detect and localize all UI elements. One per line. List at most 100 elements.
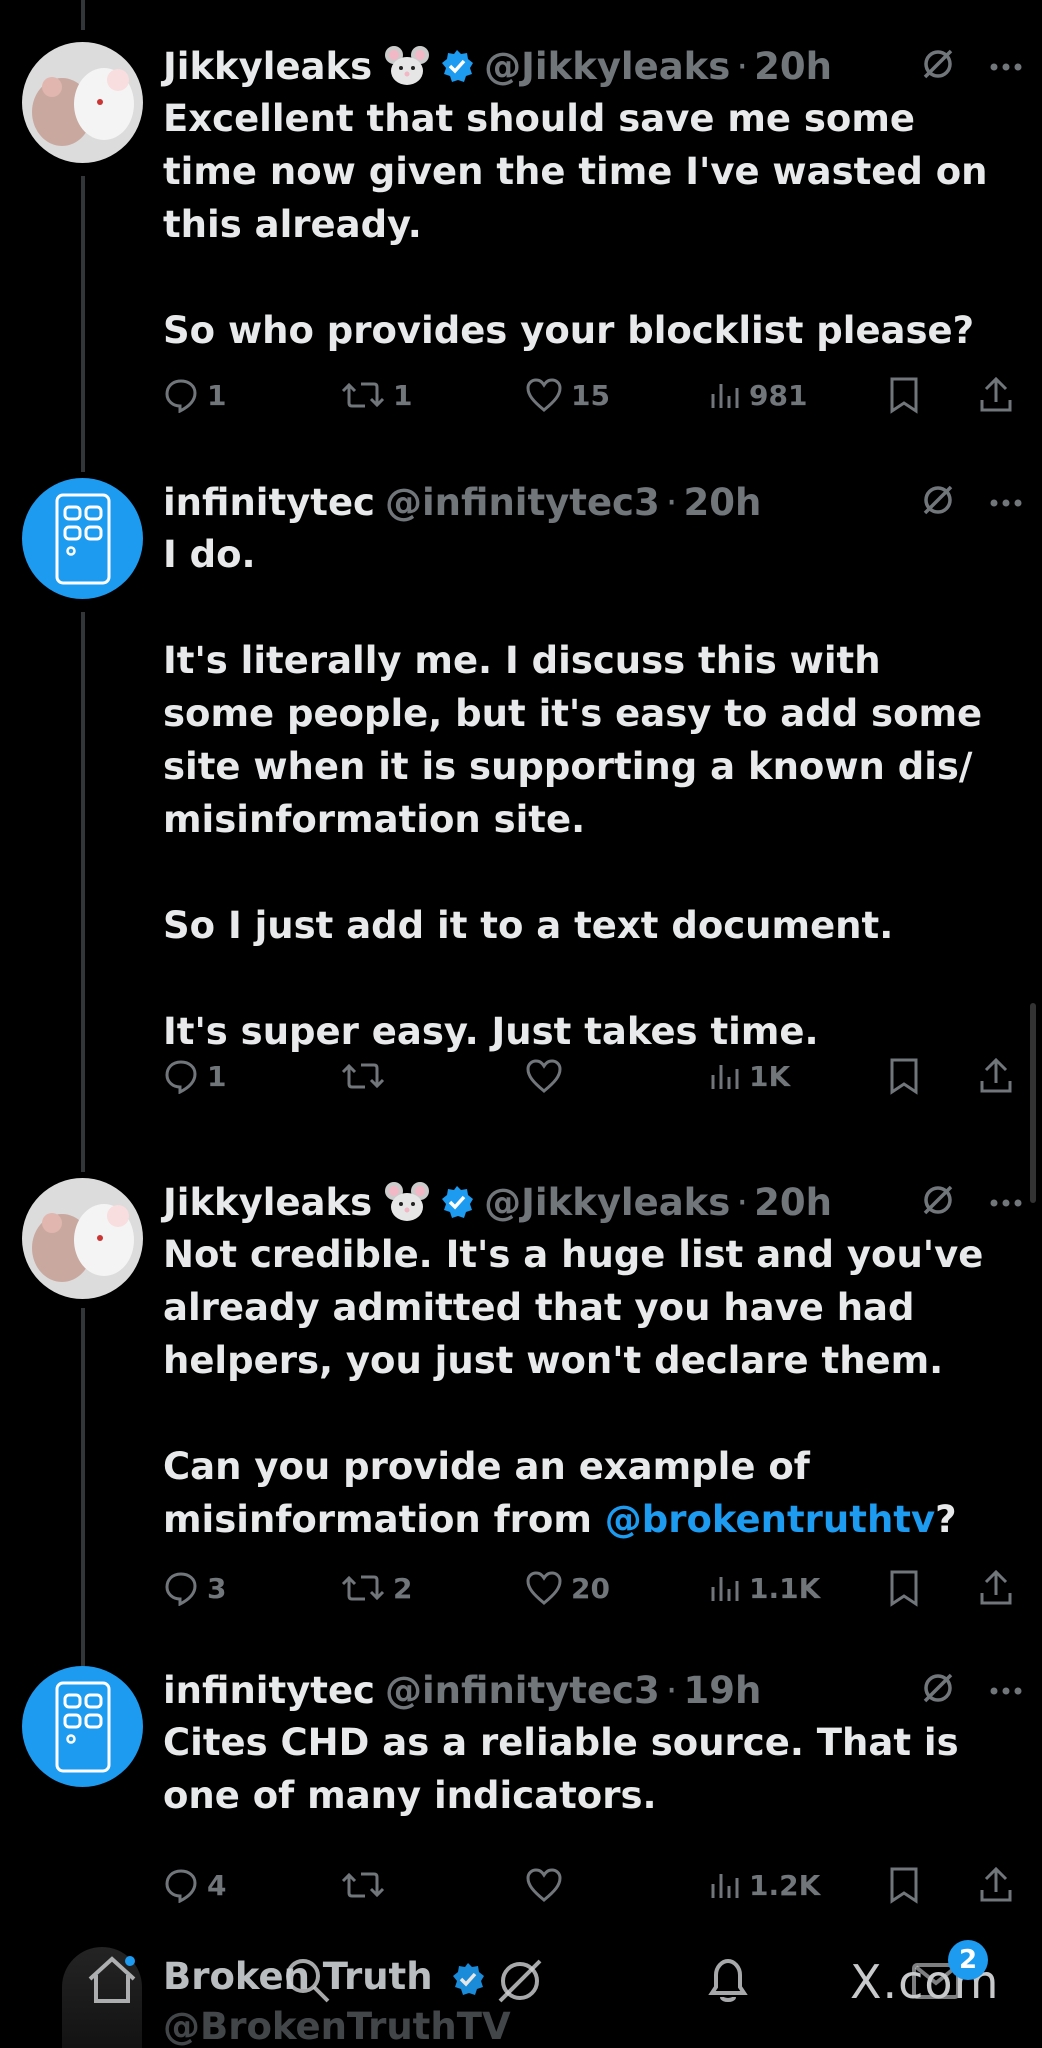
views-button[interactable]: 1.1K (709, 1565, 820, 1611)
tweet-header: infinitytec @infinitytec3 · 20h (163, 478, 1022, 526)
repost-icon (341, 1063, 385, 1089)
views-button[interactable]: 981 (709, 372, 807, 418)
thread-line (81, 176, 85, 472)
repost-icon (341, 1872, 385, 1898)
share-button[interactable] (978, 1053, 1014, 1099)
repost-count: 1 (393, 378, 413, 412)
views-count: 1.1K (749, 1571, 821, 1605)
share-icon (980, 1057, 1012, 1093)
author-handle[interactable]: @infinitytec3 (385, 1669, 660, 1712)
share-button[interactable] (978, 372, 1014, 418)
author-name[interactable]: infinitytec (163, 1669, 375, 1712)
more-options-icon[interactable] (989, 1193, 1023, 1212)
verified-badge-icon (453, 1962, 485, 1995)
views-count: 1.2K (749, 1868, 821, 1902)
author-name[interactable]: Jikkyleaks (163, 1181, 372, 1224)
author-handle[interactable]: @infinitytec3 (385, 481, 660, 524)
tweet-text: Cites CHD as a reliable source. That is … (163, 1721, 972, 1817)
like-button[interactable] (525, 1053, 571, 1099)
bookmark-icon (890, 1058, 918, 1095)
timestamp[interactable]: 20h (754, 45, 832, 88)
share-button[interactable] (978, 1565, 1014, 1611)
more-options-icon[interactable] (989, 57, 1023, 76)
verified-badge-icon (440, 49, 474, 83)
notifications-bell-icon[interactable] (704, 1955, 752, 2005)
tweet-actions: 4 1.2K (163, 1862, 1025, 1908)
repost-button[interactable]: 2 (341, 1565, 412, 1611)
like-button[interactable]: 20 (525, 1565, 610, 1611)
views-button[interactable]: 1.2K (709, 1862, 820, 1908)
scrollbar[interactable] (1030, 1003, 1036, 1203)
timestamp[interactable]: 19h (684, 1669, 762, 1712)
tweet-text: Not credible. It's a huge list and you'v… (163, 1228, 1003, 1546)
reply-button[interactable]: 1 (163, 372, 226, 418)
more-options-icon[interactable] (989, 493, 1023, 512)
views-chart-icon (711, 1874, 739, 1898)
like-count: 15 (571, 378, 610, 412)
grok-icon[interactable] (921, 1183, 955, 1221)
grok-icon[interactable] (494, 1955, 546, 2007)
mention-link[interactable]: @brokentruthtv (605, 1498, 935, 1541)
grok-icon[interactable] (921, 1671, 955, 1709)
grok-icon[interactable] (921, 47, 955, 85)
timestamp[interactable]: 20h (754, 1181, 832, 1224)
avatar[interactable] (22, 478, 143, 599)
avatar[interactable] (22, 1178, 143, 1299)
bookmark-button[interactable] (889, 1565, 919, 1611)
bookmark-button[interactable] (889, 1053, 919, 1099)
tweet-header: infinitytec @infinitytec3 · 19h (163, 1666, 1022, 1714)
bookmark-icon (890, 1570, 918, 1607)
separator-dot: · (665, 480, 678, 524)
like-count: 20 (571, 1571, 610, 1605)
thread-line (81, 0, 85, 30)
separator-dot: · (736, 44, 749, 88)
heart-icon (526, 1571, 562, 1605)
views-count: 1K (749, 1059, 791, 1093)
home-icon[interactable] (86, 1955, 138, 2005)
reply-icon (165, 1869, 197, 1903)
tweet-text: Excellent that should save me some time … (163, 97, 988, 352)
like-button[interactable]: 15 (525, 372, 610, 418)
avatar[interactable] (22, 1666, 143, 1787)
repost-icon (341, 1575, 385, 1601)
mouse-face-emoji-icon (384, 1179, 430, 1225)
like-button[interactable] (525, 1862, 571, 1908)
author-name[interactable]: Jikkyleaks (163, 45, 372, 88)
repost-button[interactable]: 1 (341, 372, 412, 418)
views-button[interactable]: 1K (709, 1053, 790, 1099)
reply-count: 4 (207, 1868, 227, 1902)
author-name[interactable]: infinitytec (163, 481, 375, 524)
phone-logo-icon (55, 1681, 110, 1772)
share-button[interactable] (978, 1862, 1014, 1908)
tweet-text-end: ? (935, 1498, 957, 1541)
verified-badge-icon (440, 1185, 474, 1219)
repost-button[interactable] (341, 1053, 393, 1099)
avatar[interactable] (22, 42, 143, 163)
repost-button[interactable] (341, 1862, 393, 1908)
share-icon (980, 1569, 1012, 1605)
bookmark-button[interactable] (889, 372, 919, 418)
more-options-icon[interactable] (989, 1681, 1023, 1700)
author-handle[interactable]: @Jikkyleaks (484, 1181, 730, 1224)
reply-button[interactable]: 4 (163, 1862, 226, 1908)
author-handle[interactable]: @BrokenTruthTV (163, 2005, 511, 2048)
tweet-actions: 1 1 15 981 (163, 372, 1025, 418)
tweet-header: Jikkyleaks @Jikkyleaks · 20h (163, 42, 1022, 90)
search-icon[interactable] (282, 1955, 332, 2005)
separator-dot: · (736, 1180, 749, 1224)
reply-count: 1 (207, 1059, 227, 1093)
reply-button[interactable]: 3 (163, 1565, 226, 1611)
timestamp[interactable]: 20h (684, 481, 762, 524)
reply-count: 3 (207, 1571, 227, 1605)
thread-line (81, 612, 85, 1172)
bookmark-button[interactable] (889, 1862, 919, 1908)
tweet-header: Jikkyleaks @Jikkyleaks · 20h (163, 1178, 1022, 1226)
author-handle[interactable]: @Jikkyleaks (484, 45, 730, 88)
heart-icon (526, 1059, 562, 1093)
tweet-actions: 1 1K (163, 1053, 1025, 1099)
bookmark-icon (890, 1867, 918, 1904)
grok-icon[interactable] (921, 483, 955, 521)
thread-line (81, 1308, 85, 1670)
heart-icon (526, 378, 562, 412)
reply-button[interactable]: 1 (163, 1053, 226, 1099)
